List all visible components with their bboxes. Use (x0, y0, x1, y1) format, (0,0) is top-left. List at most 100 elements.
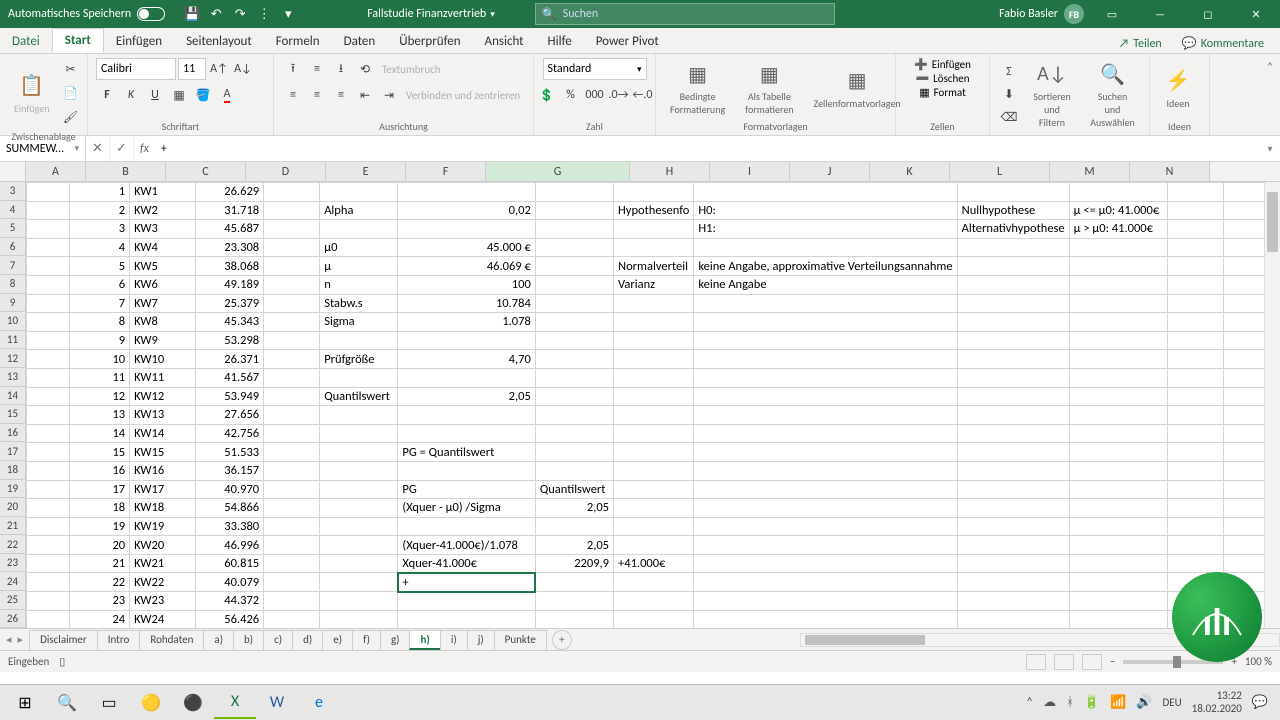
cell[interactable] (957, 461, 1069, 480)
cell[interactable] (535, 592, 613, 611)
cell[interactable] (1069, 406, 1167, 425)
cell[interactable]: 36.157 (196, 461, 264, 480)
cell[interactable] (957, 517, 1069, 536)
cell[interactable] (398, 517, 535, 536)
cell[interactable] (320, 443, 398, 462)
cell[interactable] (957, 592, 1069, 611)
cell[interactable] (957, 480, 1069, 499)
cell[interactable] (614, 573, 694, 592)
cell[interactable]: 51.533 (196, 443, 264, 462)
cell[interactable] (264, 499, 320, 518)
cell[interactable] (614, 183, 694, 202)
cell[interactable]: 54.866 (196, 499, 264, 518)
cell[interactable] (957, 275, 1069, 294)
cell[interactable] (27, 201, 70, 220)
cell[interactable]: KW5 (130, 257, 196, 276)
cell[interactable] (27, 183, 70, 202)
formula-input[interactable] (155, 136, 1260, 161)
cell[interactable]: KW23 (130, 592, 196, 611)
cell[interactable] (398, 424, 535, 443)
cell[interactable] (535, 350, 613, 369)
close-icon[interactable]: ✕ (1236, 0, 1276, 28)
cell[interactable]: 18 (69, 499, 129, 518)
cell[interactable] (264, 183, 320, 202)
cell[interactable] (957, 499, 1069, 518)
cell[interactable] (957, 387, 1069, 406)
cell[interactable]: 15 (69, 443, 129, 462)
cell[interactable] (1167, 257, 1223, 276)
cell[interactable]: 56.426 (196, 610, 264, 628)
cell[interactable]: KW6 (130, 275, 196, 294)
cell[interactable] (614, 331, 694, 350)
row-header[interactable]: 15 (0, 405, 26, 424)
cell[interactable]: 16 (69, 461, 129, 480)
cell[interactable] (614, 220, 694, 239)
cell[interactable] (320, 461, 398, 480)
cell[interactable]: 46.996 (196, 536, 264, 555)
cell[interactable] (1167, 443, 1223, 462)
cell[interactable]: KW8 (130, 313, 196, 332)
cell[interactable] (264, 517, 320, 536)
cell-styles-button[interactable]: ▦Zellenformatvorlagen (808, 65, 907, 112)
cell[interactable]: KW10 (130, 350, 196, 369)
row-header[interactable]: 5 (0, 219, 26, 238)
sheet-tab[interactable]: g) (380, 630, 411, 650)
cell[interactable] (535, 294, 613, 313)
cell[interactable] (957, 610, 1069, 628)
edge-taskbar-icon[interactable]: e (298, 687, 340, 719)
column-header[interactable]: B (86, 162, 166, 181)
cell[interactable]: 11 (69, 368, 129, 387)
cell[interactable] (614, 480, 694, 499)
share-button[interactable]: ↗Teilen (1111, 35, 1170, 53)
cell[interactable]: 45.687 (196, 220, 264, 239)
cell[interactable]: 0,02 (398, 201, 535, 220)
cell[interactable]: 45.343 (196, 313, 264, 332)
align-center-icon[interactable]: ≡ (306, 84, 328, 106)
cell[interactable] (27, 313, 70, 332)
cell[interactable]: Quantilswert (320, 387, 398, 406)
cell[interactable]: 40.079 (196, 573, 264, 592)
cell[interactable] (320, 499, 398, 518)
cell[interactable] (535, 313, 613, 332)
cell[interactable] (320, 573, 398, 592)
delete-cells-button[interactable]: ➖Löschen (915, 72, 969, 85)
excel-taskbar-icon[interactable]: X (214, 687, 256, 719)
cell[interactable] (27, 461, 70, 480)
currency-icon[interactable]: 💲 (536, 84, 558, 106)
cell[interactable] (535, 387, 613, 406)
cell[interactable]: 1 (69, 183, 129, 202)
comments-button[interactable]: 💬Kommentare (1174, 34, 1272, 53)
column-header[interactable]: E (326, 162, 406, 181)
cell[interactable]: KW9 (130, 331, 196, 350)
cell[interactable] (1167, 313, 1223, 332)
cell[interactable] (694, 517, 957, 536)
cell[interactable]: 22 (69, 573, 129, 592)
touch-mode-icon[interactable]: ⋮ (253, 3, 275, 25)
cell[interactable] (694, 238, 957, 257)
row-header[interactable]: 10 (0, 312, 26, 331)
cell[interactable] (694, 313, 957, 332)
cell[interactable] (27, 517, 70, 536)
cell[interactable] (1167, 517, 1223, 536)
cell[interactable]: 8 (69, 313, 129, 332)
cell[interactable] (264, 536, 320, 555)
cell[interactable] (320, 517, 398, 536)
cell[interactable] (957, 573, 1069, 592)
cell[interactable]: (Xquer-41.000€)/1.078 (398, 536, 535, 555)
cell[interactable]: 20 (69, 536, 129, 555)
cell[interactable] (1167, 554, 1223, 573)
cell[interactable] (264, 238, 320, 257)
cell[interactable]: Alternativhypothese (957, 220, 1069, 239)
cell[interactable] (614, 350, 694, 369)
cell[interactable] (264, 387, 320, 406)
cell[interactable]: 27.656 (196, 406, 264, 425)
font-color-icon[interactable]: A (216, 84, 238, 106)
cell[interactable] (694, 424, 957, 443)
volume-icon[interactable]: 🔊 (1136, 695, 1152, 710)
row-header[interactable]: 23 (0, 554, 26, 573)
border-icon[interactable]: ▦ (168, 84, 190, 106)
cell[interactable]: KW3 (130, 220, 196, 239)
page-layout-view-icon[interactable] (1054, 654, 1074, 670)
cell[interactable]: KW14 (130, 424, 196, 443)
cell[interactable] (957, 331, 1069, 350)
